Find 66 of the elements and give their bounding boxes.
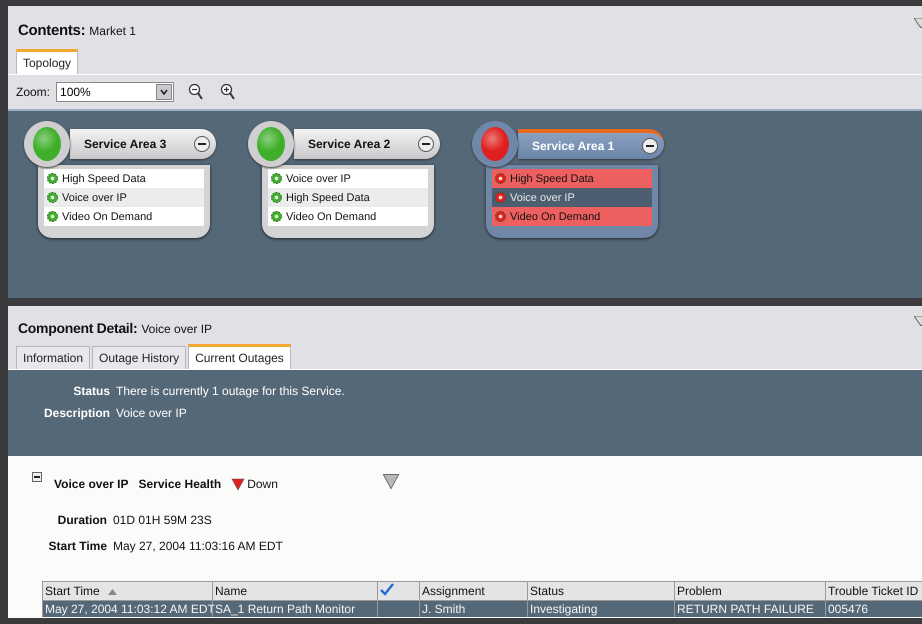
- column-header[interactable]: Name: [212, 582, 378, 600]
- field-label: Duration: [56, 513, 107, 527]
- panel-title: Contents:: [18, 22, 86, 39]
- table-cell: RETURN PATH FAILURE: [674, 600, 826, 617]
- health-status: Down: [247, 476, 278, 490]
- outage-title: Voice over IP: [54, 476, 128, 490]
- component-name: Voice over IP: [141, 322, 212, 336]
- service-row[interactable]: Voice over IP: [492, 188, 652, 207]
- tab[interactable]: Outage History: [92, 346, 186, 369]
- table-cell: May 27, 2004 11:03:12 AM EDT: [42, 600, 212, 617]
- service-row[interactable]: High Speed Data: [268, 188, 428, 207]
- service-row[interactable]: Video On Demand: [44, 207, 204, 226]
- tab[interactable]: Current Outages: [188, 344, 291, 369]
- checkmark-icon: [380, 583, 394, 596]
- service-area-header[interactable]: Service Area 3: [70, 129, 216, 159]
- gear-icon: [46, 172, 59, 185]
- minus-icon: [646, 145, 654, 147]
- table-cell: J. Smith: [420, 600, 528, 617]
- panel-title: Component Detail:: [18, 320, 138, 336]
- chevron-down-icon: [160, 89, 168, 95]
- collapse-button[interactable]: [418, 136, 434, 152]
- minus-icon: [198, 143, 206, 145]
- field-label: Description: [42, 406, 110, 420]
- table-cell: 005476: [826, 600, 922, 617]
- gear-icon: [270, 210, 283, 223]
- table-cell: Investigating: [528, 600, 674, 617]
- field-value: There is currently 1 outage for this Service.: [116, 384, 345, 398]
- check-column-header[interactable]: [378, 582, 420, 600]
- gear-icon: [494, 210, 507, 223]
- table-cell: SA_1 Return Path Monitor: [212, 600, 378, 617]
- field-value: 01D 01H 59M 23S: [113, 513, 212, 527]
- gear-icon: [46, 210, 59, 223]
- zoom-label: Zoom:: [16, 85, 50, 99]
- field-value: Voice over IP: [116, 406, 187, 420]
- column-header[interactable]: Assignment: [420, 582, 528, 600]
- collapse-button[interactable]: [642, 138, 658, 154]
- expand-toggle[interactable]: [32, 472, 42, 482]
- column-header[interactable]: Start Time: [42, 582, 212, 600]
- sort-ascending-icon: [108, 589, 117, 595]
- market-name: Market 1: [89, 24, 136, 38]
- service-row[interactable]: Voice over IP: [268, 169, 428, 188]
- zoom-select[interactable]: 100%: [56, 82, 174, 102]
- column-header[interactable]: Problem: [674, 582, 826, 600]
- gear-icon: [270, 191, 283, 204]
- gear-icon: [46, 191, 59, 204]
- service-row[interactable]: High Speed Data: [492, 169, 652, 188]
- gear-icon: [494, 191, 507, 204]
- service-row[interactable]: Voice over IP: [44, 188, 204, 207]
- service-row[interactable]: High Speed Data: [44, 169, 204, 188]
- column-header[interactable]: Trouble Ticket ID: [826, 582, 922, 600]
- tab[interactable]: Topology: [16, 49, 78, 74]
- minus-icon: [34, 476, 40, 478]
- tab[interactable]: Information: [16, 346, 90, 369]
- gear-icon: [270, 172, 283, 185]
- column-header[interactable]: Status: [528, 582, 674, 600]
- service-row[interactable]: Video On Demand: [268, 207, 428, 226]
- triangle-marker-icon: [382, 472, 400, 490]
- field-label: Start Time: [48, 539, 107, 553]
- health-label: Service Health: [138, 476, 222, 490]
- field-label: Status: [72, 384, 110, 398]
- field-value: May 27, 2004 11:03:16 AM EDT: [113, 539, 283, 553]
- service-row[interactable]: Video On Demand: [492, 207, 652, 226]
- gear-icon: [494, 172, 507, 185]
- service-area-header[interactable]: Service Area 2: [294, 129, 440, 159]
- minus-icon: [422, 143, 430, 145]
- collapse-button[interactable]: [194, 136, 210, 152]
